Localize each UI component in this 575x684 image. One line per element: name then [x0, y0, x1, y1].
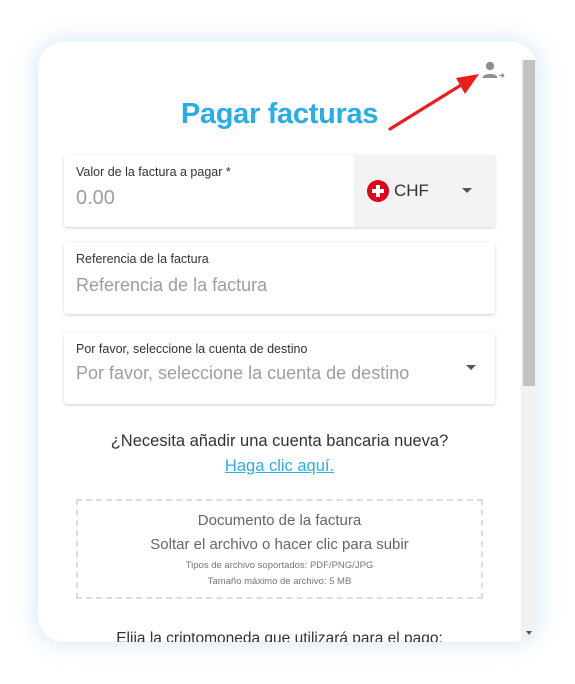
currency-code: CHF	[394, 181, 429, 200]
scroll-down-arrow-icon[interactable]	[521, 626, 537, 640]
scrollbar-thumb[interactable]	[523, 60, 535, 386]
amount-label: Valor de la factura a pagar *	[76, 165, 231, 179]
upload-file-types: Tipos de archivo soportados: PDF/PNG/JPG	[185, 560, 374, 571]
invoice-amount-field[interactable]: Valor de la factura a pagar * 0.00 CHF	[64, 155, 495, 227]
reference-input[interactable]: Referencia de la factura	[76, 275, 267, 296]
amount-input[interactable]: 0.00	[76, 187, 115, 210]
add-account-link[interactable]: Haga clic aquí.	[38, 457, 521, 476]
invoice-upload-dropzone[interactable]: Documento de la factura Soltar el archiv…	[76, 499, 483, 599]
upload-title: Documento de la factura	[197, 512, 362, 529]
reference-label: Referencia de la factura	[76, 252, 209, 266]
caret-down-icon	[466, 365, 476, 370]
destination-account-select[interactable]: Por favor, seleccione la cuenta de desti…	[64, 332, 495, 404]
crypto-heading: Elija la criptomoneda que utilizará para…	[116, 630, 443, 642]
upload-max-size: Tamaño máximo de archivo: 5 MB	[207, 576, 352, 587]
new-account-question: ¿Necesita añadir una cuenta bancaria nue…	[110, 432, 449, 450]
currency-select[interactable]: CHF	[354, 155, 495, 227]
account-label: Por favor, seleccione la cuenta de desti…	[76, 342, 308, 356]
caret-down-icon	[462, 188, 472, 193]
page-title: Pagar facturas	[180, 98, 379, 130]
upload-instruction: Soltar el archivo o hacer clic para subi…	[150, 536, 409, 553]
swiss-flag-icon	[367, 180, 389, 202]
invoice-reference-field[interactable]: Referencia de la factura Referencia de l…	[64, 242, 495, 314]
account-placeholder: Por favor, seleccione la cuenta de desti…	[76, 363, 410, 383]
scrollbar[interactable]	[521, 60, 537, 642]
payment-widget: Pagar facturas Valor de la factura a pag…	[38, 42, 537, 642]
